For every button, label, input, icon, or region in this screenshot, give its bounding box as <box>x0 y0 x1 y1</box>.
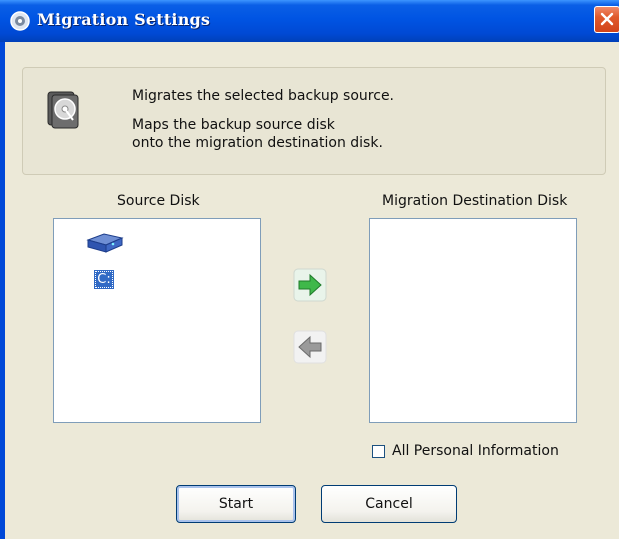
hard-drive-icon[interactable] <box>82 232 126 254</box>
move-right-arrow-button[interactable] <box>293 268 327 302</box>
backup-disk-icon <box>47 91 79 129</box>
title-bar[interactable]: Migration Settings <box>0 0 619 42</box>
all-personal-information-checkbox[interactable] <box>372 445 385 458</box>
app-disk-icon <box>10 11 30 31</box>
close-button[interactable] <box>594 6 619 33</box>
close-icon <box>600 12 614 26</box>
window-border <box>0 42 5 539</box>
move-left-arrow-button[interactable] <box>293 330 327 364</box>
source-disk-list[interactable]: C: <box>53 218 261 423</box>
all-personal-information-label[interactable]: All Personal Information <box>392 443 559 459</box>
migration-settings-dialog: Migration Settings Migrates the selected… <box>0 0 619 539</box>
info-line-3: onto the migration destination disk. <box>132 135 383 151</box>
info-line-1: Migrates the selected backup source. <box>132 88 395 104</box>
source-disk-label: Source Disk <box>117 193 200 209</box>
start-button[interactable]: Start <box>176 485 296 523</box>
info-panel: Migrates the selected backup source. Map… <box>22 67 606 175</box>
destination-disk-list[interactable] <box>369 218 577 423</box>
cancel-button[interactable]: Cancel <box>321 485 457 523</box>
drive-c-item[interactable]: C: <box>94 270 114 289</box>
window-title: Migration Settings <box>37 10 211 29</box>
info-line-2: Maps the backup source disk <box>132 117 335 133</box>
destination-disk-label: Migration Destination Disk <box>382 193 568 209</box>
